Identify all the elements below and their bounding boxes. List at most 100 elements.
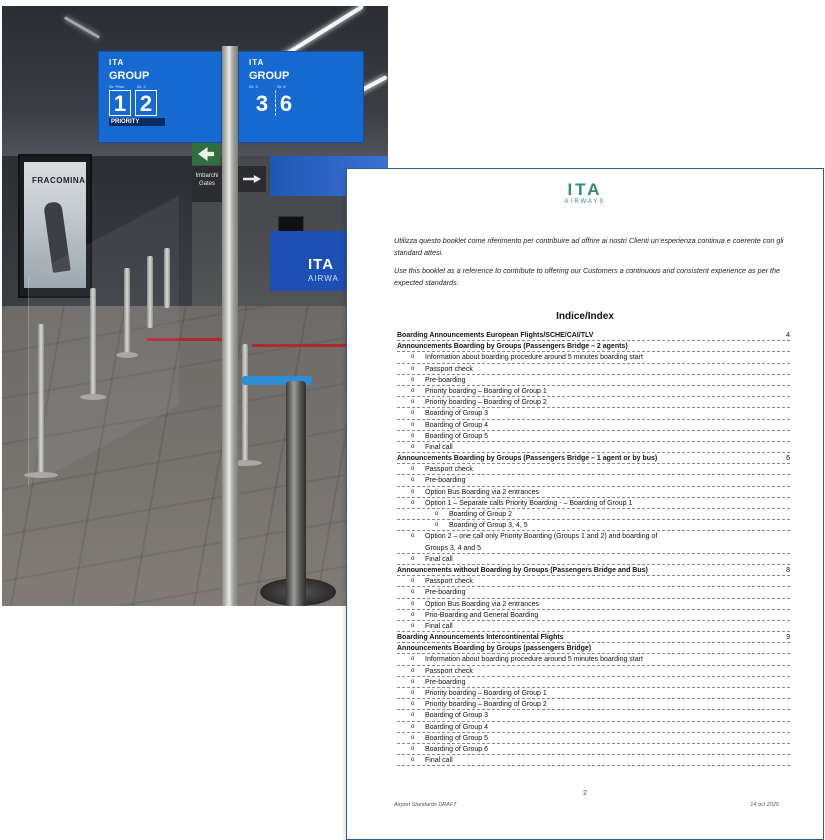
toc-item-text: Groups 3, 4 and 5 xyxy=(425,544,482,552)
toc-item[interactable]: o Final call xyxy=(397,554,790,565)
toc-item[interactable]: o Priority boarding – Boarding of Group 2 xyxy=(397,699,790,711)
toc-item[interactable]: o Passport check xyxy=(397,576,790,588)
toc-item[interactable]: o Pre-boarding xyxy=(397,375,790,386)
direction-sign xyxy=(238,166,266,192)
footer-left: Airport Standards DRAFT xyxy=(394,802,457,808)
toc-heading[interactable]: Announcements Boarding by Groups (Passen… xyxy=(397,341,790,353)
toc-item[interactable]: o Final call xyxy=(397,442,790,454)
exit-sign xyxy=(192,143,220,165)
toc-item[interactable]: o Pre-boarding xyxy=(397,587,790,599)
toc-item[interactable]: o Boarding of Group 3, 4, 5 xyxy=(397,520,790,532)
toc-heading[interactable]: Boarding Announcements Intercontinental … xyxy=(397,632,790,644)
priority-badge: PRIORITY xyxy=(109,118,165,126)
bullet-icon: o xyxy=(435,511,439,517)
toc-item-text: Information about boarding procedure aro… xyxy=(425,656,643,664)
toc-item-text: Prio-Boarding and General Boarding xyxy=(425,611,539,619)
toc-item[interactable]: o Pre-boarding xyxy=(397,475,790,487)
toc-heading[interactable]: Announcements Boarding by Groups (Passen… xyxy=(397,453,790,465)
sign-number-right: 6 xyxy=(275,90,297,116)
toc-item[interactable]: o Information about boarding procedure ar… xyxy=(397,654,790,666)
bullet-icon: o xyxy=(411,757,415,764)
toc-item[interactable]: o Prio-Boarding and General Boarding xyxy=(397,610,790,621)
toc-item-text: Priority boarding – Boarding of Group 2 xyxy=(425,399,547,407)
bullet-icon: o xyxy=(411,387,415,394)
sign-logo: ITA xyxy=(109,58,125,67)
toc-item-text: Priority boarding – Boarding of Group 1 xyxy=(425,690,547,697)
bullet-icon: o xyxy=(411,667,415,674)
queue-stanchion xyxy=(286,381,306,606)
toc-item[interactable]: o Final call xyxy=(397,755,790,767)
airport-gate-photo: FRACOMINA Imbarchi Gates ITA AIRWA ITA G… xyxy=(2,6,388,606)
toc-item-text: Announcements Boarding by Groups (Passen… xyxy=(397,455,658,463)
bullet-icon: o xyxy=(411,734,415,741)
logo-subtitle: AIRWAYS xyxy=(564,199,606,205)
toc-item[interactable]: o Passport check xyxy=(397,666,790,677)
toc-item[interactable]: o Option Bus Boarding via 2 entrances xyxy=(397,487,790,498)
logo-wordmark: ITA xyxy=(567,180,603,199)
gates-sign: Imbarchi Gates xyxy=(192,166,222,202)
bullet-icon: o xyxy=(411,443,415,450)
bullet-icon: o xyxy=(411,477,415,484)
toc-item[interactable]: o Option 1 – Separate calls Priority Boar… xyxy=(397,498,790,509)
desk-logo: ITA xyxy=(308,256,335,273)
barrier-post xyxy=(147,256,153,328)
toc-item[interactable]: o Option Bus Boarding via 2 entrances xyxy=(397,599,790,610)
barrier-post xyxy=(124,268,130,356)
bullet-icon: o xyxy=(411,678,415,685)
barrier-post xyxy=(242,344,248,464)
bullet-icon: o xyxy=(411,421,415,428)
barrier-post-base xyxy=(80,394,106,400)
toc-item[interactable]: o Boarding of Group 2 xyxy=(397,509,790,521)
toc-item-text: Final call xyxy=(425,555,453,563)
toc-item[interactable]: o Boarding of Group 5 xyxy=(397,431,790,442)
toc-item-text: Information about boarding procedure aro… xyxy=(425,354,643,362)
toc-item[interactable]: o Boarding of Group 3 xyxy=(397,408,790,420)
barrier-post xyxy=(38,324,44,476)
bullet-icon: o xyxy=(411,600,415,607)
bullet-icon: o xyxy=(411,354,415,361)
toc-item-text: Passport check xyxy=(425,667,473,675)
toc-item[interactable]: o Final call xyxy=(397,621,790,633)
toc-item[interactable]: o Passport check xyxy=(397,464,790,476)
toc-item[interactable]: o Passport check xyxy=(397,364,790,375)
bullet-icon: o xyxy=(411,399,415,406)
document-page: ITA AIRWAYS Utilizza questo booklet come… xyxy=(346,168,824,840)
sign-sub-left: Gr. 3 xyxy=(249,84,258,89)
sign-number-left: 3 xyxy=(255,91,269,116)
toc-item[interactable]: o Priority boarding – Boarding of Group 2 xyxy=(397,397,790,409)
bullet-icon: o xyxy=(435,522,439,529)
ita-airways-logo: ITA AIRWAYS xyxy=(347,181,823,206)
toc-item[interactable]: o Information about boarding procedure ar… xyxy=(397,352,790,364)
toc-heading[interactable]: Announcements Boarding by Groups (passen… xyxy=(397,643,790,655)
bullet-icon: o xyxy=(411,611,415,618)
group-sign-1-2: ITA GROUP Gr. Prior. Gr. 2 1 2 PRIORITY xyxy=(98,51,222,143)
toc-heading[interactable]: Boarding Announcements European Flights/… xyxy=(397,330,790,342)
advertising-text: FRACOMINA xyxy=(32,176,86,185)
sign-logo: ITA xyxy=(249,58,265,67)
bullet-icon: o xyxy=(411,555,415,562)
toc-item-text: Announcements Boarding by Groups (Passen… xyxy=(397,343,628,351)
toc-item[interactable]: o Boarding of Group 4 xyxy=(397,722,790,733)
toc-item[interactable]: o Boarding of Group 6 xyxy=(397,744,790,756)
toc-item-text: Passport check xyxy=(425,365,473,373)
toc-item[interactable]: o Pre-boarding xyxy=(397,677,790,688)
toc-heading[interactable]: Announcements without Boarding by Groups… xyxy=(397,565,790,577)
toc-page-number: 8 xyxy=(786,566,790,574)
bullet-icon: o xyxy=(411,365,415,372)
toc-item-text: Boarding of Group 3, 4, 5 xyxy=(449,522,528,530)
toc-item[interactable]: o Option 2 – one call only Priority Board… xyxy=(397,531,790,542)
toc-item[interactable]: o Boarding of Group 3 xyxy=(397,710,790,722)
toc-item-text: Boarding Announcements European Flights/… xyxy=(397,332,594,339)
intro-english: Use this booklet as a reference to contr… xyxy=(394,266,780,287)
toc-item[interactable]: Groups 3, 4 and 5 xyxy=(397,543,790,554)
toc-page-number: 6 xyxy=(786,455,790,463)
toc-item-text: Boarding of Group 6 xyxy=(425,745,489,753)
toc-item[interactable]: o Boarding of Group 4 xyxy=(397,420,790,431)
toc-item-text: Boarding of Group 4 xyxy=(425,421,489,429)
toc-item-text: Priority boarding – Boarding of Group 1 xyxy=(425,387,547,395)
toc-item[interactable]: o Priority boarding – Boarding of Group 1 xyxy=(397,386,790,398)
toc-item[interactable]: o Boarding of Group 5 xyxy=(397,733,790,744)
bullet-icon: o xyxy=(411,533,415,540)
toc-item[interactable]: o Priority boarding – Boarding of Group 1 xyxy=(397,688,790,700)
bullet-icon: o xyxy=(411,589,415,596)
